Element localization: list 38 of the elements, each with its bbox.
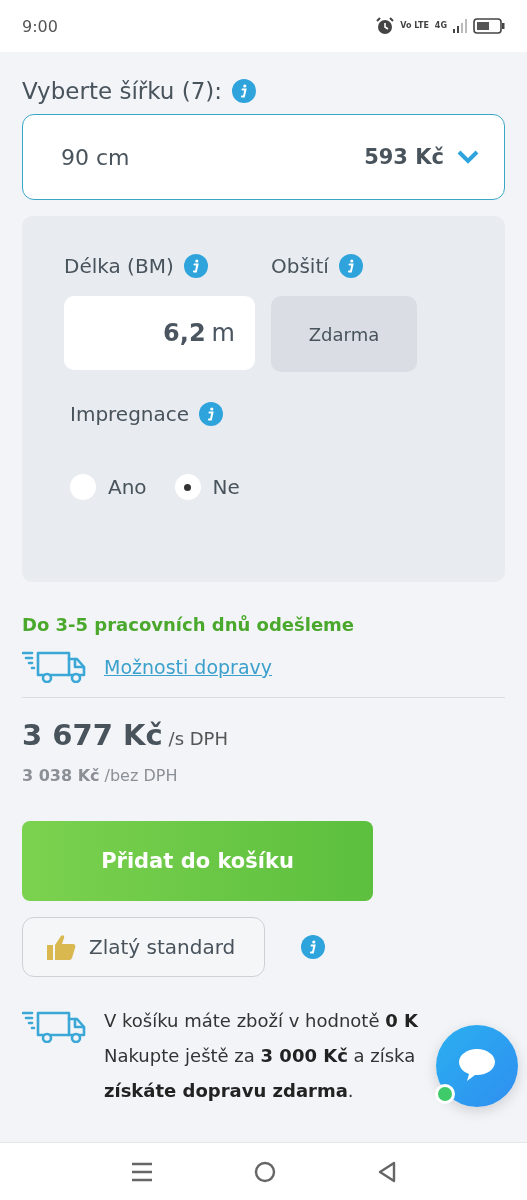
impregnation-label: Impregnace [70, 402, 190, 426]
info-icon[interactable] [301, 935, 325, 959]
width-select[interactable]: 90 cm 593 Kč [22, 114, 505, 200]
truck-icon [22, 651, 86, 683]
network-label: Vo LTE [400, 22, 429, 30]
alarm-icon [376, 17, 395, 35]
info-icon[interactable] [338, 254, 363, 278]
hemming-option[interactable]: Zdarma [271, 296, 417, 372]
back-icon[interactable] [376, 1161, 397, 1183]
length-label: Délka (BM) [64, 254, 174, 278]
length-field[interactable]: 6,2 m [64, 296, 255, 370]
price-without-vat: 3 038 Kč [22, 766, 100, 785]
menu-icon[interactable] [130, 1162, 153, 1182]
no-vat-suffix: /bez DPH [104, 766, 178, 785]
clock-time: 9:00 [22, 16, 58, 36]
chevron-down-icon [456, 149, 480, 165]
radio-circle[interactable] [174, 474, 201, 500]
radio-option[interactable]: Ano [70, 474, 147, 500]
online-status-dot [435, 1084, 455, 1104]
vat-suffix: /s DPH [168, 728, 228, 749]
signal-icon [453, 19, 467, 33]
radio-option[interactable]: Ne [174, 474, 240, 500]
chat-button[interactable] [436, 1025, 518, 1107]
free-shipping-text: V košíku máte zboží v hodnotě 0 K Nakupte ještě za 3 000 Kč a získa získáte dopravu zdarma. [104, 1009, 418, 1103]
truck-icon [22, 1011, 86, 1043]
quality-badge-button[interactable]: Zlatý standard [22, 917, 265, 977]
hemming-label: Obšití [271, 254, 329, 278]
thumbs-up-icon [47, 934, 77, 960]
width-label: Vyberte šířku (7): [22, 78, 223, 104]
battery-icon [473, 18, 505, 34]
price-with-vat: 3 677 Kč [22, 718, 163, 752]
speech-bubble-icon [459, 1049, 495, 1081]
info-icon[interactable] [183, 254, 208, 278]
home-icon[interactable] [253, 1161, 276, 1183]
delivery-note: Do 3-5 pracovních dnů odešleme [22, 614, 356, 635]
network-type: 4G [434, 22, 447, 30]
info-icon[interactable] [199, 402, 224, 426]
info-icon[interactable] [232, 79, 257, 103]
